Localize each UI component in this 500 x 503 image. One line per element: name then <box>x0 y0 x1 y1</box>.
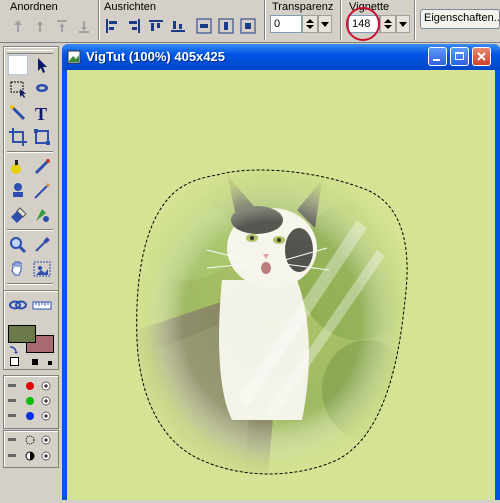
transparenz-label: Transparenz <box>272 1 334 13</box>
selection-rect-icon[interactable] <box>8 55 28 75</box>
crop-icon[interactable] <box>8 127 28 147</box>
send-back-icon[interactable] <box>76 18 92 34</box>
paint-bottle-icon[interactable] <box>8 157 28 177</box>
center-horizontal-icon[interactable] <box>196 18 212 34</box>
eyedropper-icon[interactable] <box>32 235 52 255</box>
hand-icon[interactable] <box>8 259 28 279</box>
align-bottom-icon[interactable] <box>170 18 186 34</box>
ausrichten-label: Ausrichten <box>104 1 156 13</box>
transparenz-dropdown-icon[interactable] <box>318 15 332 33</box>
document-icon <box>67 50 81 64</box>
text-tool-icon[interactable]: T <box>32 103 52 123</box>
magic-wand-icon[interactable] <box>8 103 28 123</box>
properties-button-label: Eigenschaften... <box>424 12 500 24</box>
top-toolbar: Anordnen Ausrichten Transparenz 0 Vignet… <box>0 0 500 43</box>
marquee-icon[interactable] <box>8 79 28 99</box>
green-channel-icon[interactable] <box>8 395 54 407</box>
extra-tools-panel <box>3 290 59 370</box>
ruler-icon[interactable] <box>32 295 52 315</box>
align-right-icon[interactable] <box>126 18 142 34</box>
center-page-icon[interactable] <box>240 18 256 34</box>
image-tool-icon[interactable] <box>32 259 52 279</box>
image-canvas[interactable] <box>67 70 495 500</box>
default-colors-icon[interactable] <box>10 357 19 366</box>
chain-link-icon[interactable] <box>8 295 28 315</box>
transform-icon[interactable] <box>32 127 52 147</box>
align-top-icon[interactable] <box>148 18 164 34</box>
tools-panel: T <box>3 46 59 308</box>
minimize-button[interactable] <box>428 47 447 66</box>
lasso-icon[interactable] <box>32 79 52 99</box>
mask-selection-icon[interactable] <box>8 434 54 446</box>
pointer-icon[interactable] <box>32 55 52 75</box>
document-window: VigTut (100%) 405x425 <box>62 44 500 500</box>
center-vertical-icon[interactable] <box>218 18 234 34</box>
vignette-dropdown-icon[interactable] <box>396 15 410 33</box>
window-titlebar[interactable]: VigTut (100%) 405x425 <box>62 44 500 70</box>
foreground-color-swatch[interactable] <box>8 325 36 343</box>
mask-invert-icon[interactable] <box>8 450 54 462</box>
brush-icon[interactable] <box>32 157 52 177</box>
mask-panel <box>3 430 59 468</box>
blue-channel-icon[interactable] <box>8 410 54 422</box>
close-icon <box>477 52 486 61</box>
vignette-photo <box>136 169 408 475</box>
black-swatch-icon[interactable] <box>32 359 38 365</box>
retouch-icon[interactable] <box>32 181 52 201</box>
small-black-swatch-icon[interactable] <box>48 361 52 365</box>
rgb-panel <box>3 375 59 429</box>
eraser-icon[interactable] <box>8 205 28 225</box>
annotation-circle <box>346 7 380 41</box>
smudge-icon[interactable] <box>32 205 52 225</box>
bring-forward-icon[interactable] <box>32 18 48 34</box>
zoom-icon[interactable] <box>8 235 28 255</box>
window-title: VigTut (100%) 405x425 <box>86 49 225 64</box>
vignette-spinner[interactable] <box>380 15 396 33</box>
send-backward-icon[interactable] <box>54 18 70 34</box>
align-left-icon[interactable] <box>104 18 120 34</box>
clone-stamp-icon[interactable] <box>8 181 28 201</box>
red-channel-icon[interactable] <box>8 380 54 392</box>
transparenz-input[interactable]: 0 <box>270 15 302 33</box>
maximize-button[interactable] <box>450 47 469 66</box>
bring-front-icon[interactable] <box>10 18 26 34</box>
svg-text:T: T <box>35 104 47 123</box>
anordnen-label: Anordnen <box>10 1 58 13</box>
swap-colors-icon[interactable] <box>8 345 18 355</box>
transparenz-spinner[interactable] <box>302 15 318 33</box>
close-button[interactable] <box>472 47 491 66</box>
properties-button[interactable]: Eigenschaften... <box>420 9 500 29</box>
